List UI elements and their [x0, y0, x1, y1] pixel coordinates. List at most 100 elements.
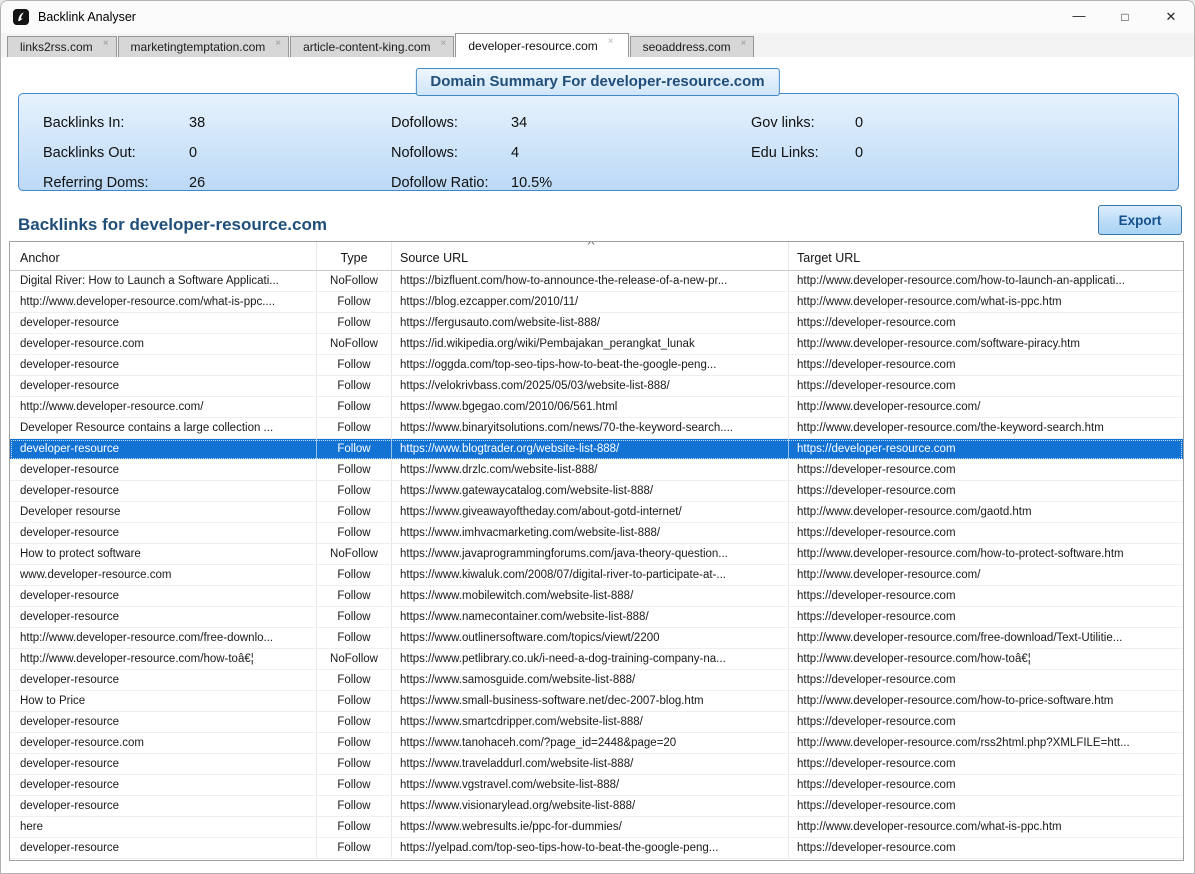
anchor-cell: developer-resource.com: [10, 733, 317, 753]
table-row[interactable]: How to PriceFollowhttps://www.small-busi…: [10, 691, 1183, 712]
anchor-cell: http://www.developer-resource.com/: [10, 397, 317, 417]
tab-close-icon[interactable]: ×: [608, 36, 614, 47]
domain-summary-title: Domain Summary For developer-resource.co…: [415, 68, 779, 96]
table-row[interactable]: developer-resourceFollowhttps://www.mobi…: [10, 586, 1183, 607]
nofollows-value: 4: [511, 145, 519, 161]
table-row[interactable]: developer-resourceFollowhttps://www.samo…: [10, 670, 1183, 691]
source-url-cell: https://yelpad.com/top-seo-tips-how-to-b…: [392, 838, 789, 858]
column-header-target-url[interactable]: Target URL: [789, 242, 1183, 270]
tab-developer-resource.com[interactable]: developer-resource.com×: [455, 33, 628, 57]
type-cell: Follow: [317, 523, 392, 543]
source-url-cell: https://www.small-business-software.net/…: [392, 691, 789, 711]
table-row[interactable]: www.developer-resource.comFollowhttps://…: [10, 565, 1183, 586]
maximize-icon[interactable]: □: [1102, 1, 1148, 33]
type-cell: Follow: [317, 586, 392, 606]
table-row[interactable]: Digital River: How to Launch a Software …: [10, 271, 1183, 292]
target-url-cell: https://developer-resource.com: [789, 376, 1183, 396]
target-url-cell: http://www.developer-resource.com/the-ke…: [789, 418, 1183, 438]
table-row[interactable]: developer-resourceFollowhttps://velokriv…: [10, 376, 1183, 397]
table-row[interactable]: http://www.developer-resource.com/what-i…: [10, 292, 1183, 313]
type-cell: NoFollow: [317, 544, 392, 564]
anchor-cell: developer-resource: [10, 838, 317, 858]
window-title: Backlink Analyser: [38, 10, 136, 24]
tab-close-icon[interactable]: ×: [741, 38, 747, 49]
backlinks-in-label: Backlinks In:: [43, 115, 189, 131]
nofollows-label: Nofollows:: [391, 145, 511, 161]
table-row[interactable]: http://www.developer-resource.com/Follow…: [10, 397, 1183, 418]
type-cell: Follow: [317, 418, 392, 438]
table-row[interactable]: developer-resourceFollowhttps://oggda.co…: [10, 355, 1183, 376]
tab-bar: links2rss.com×marketingtemptation.com×ar…: [1, 33, 1194, 57]
table-row[interactable]: developer-resource.comNoFollowhttps://id…: [10, 334, 1183, 355]
source-url-cell: https://www.petlibrary.co.uk/i-need-a-do…: [392, 649, 789, 669]
column-header-type[interactable]: Type: [317, 242, 392, 270]
backlinks-table[interactable]: Anchor Type Source URL Target URL ^ Digi…: [9, 241, 1184, 861]
table-row[interactable]: developer-resourceFollowhttps://www.trav…: [10, 754, 1183, 775]
app-window: Backlink Analyser — □ ✕ links2rss.com×ma…: [0, 0, 1195, 874]
table-row[interactable]: developer-resourceFollowhttps://www.smar…: [10, 712, 1183, 733]
anchor-cell: developer-resource.com: [10, 334, 317, 354]
column-header-anchor[interactable]: Anchor: [10, 242, 317, 270]
anchor-cell: developer-resource: [10, 712, 317, 732]
table-row[interactable]: hereFollowhttps://www.webresults.ie/ppc-…: [10, 817, 1183, 838]
edu-links-label: Edu Links:: [751, 145, 855, 161]
type-cell: NoFollow: [317, 271, 392, 291]
target-url-cell: https://developer-resource.com: [789, 313, 1183, 333]
anchor-cell: http://www.developer-resource.com/how-to…: [10, 649, 317, 669]
source-url-cell: https://www.binaryitsolutions.com/news/7…: [392, 418, 789, 438]
table-row[interactable]: developer-resourceFollowhttps://www.imhv…: [10, 523, 1183, 544]
tab-article-content-king.com[interactable]: article-content-king.com ×: [290, 36, 454, 57]
export-button[interactable]: Export: [1098, 205, 1182, 235]
table-row[interactable]: developer-resourceFollowhttps://fergusau…: [10, 313, 1183, 334]
table-row[interactable]: Developer Resource contains a large coll…: [10, 418, 1183, 439]
tab-close-icon[interactable]: ×: [275, 38, 281, 49]
tab-marketingtemptation.com[interactable]: marketingtemptation.com×: [118, 36, 290, 57]
table-row[interactable]: developer-resource.comFollowhttps://www.…: [10, 733, 1183, 754]
source-url-cell: https://www.vgstravel.com/website-list-8…: [392, 775, 789, 795]
type-cell: Follow: [317, 565, 392, 585]
table-row[interactable]: developer-resourceFollowhttps://www.gate…: [10, 481, 1183, 502]
target-url-cell: https://developer-resource.com: [789, 460, 1183, 480]
tab-close-icon[interactable]: ×: [441, 38, 447, 49]
table-row[interactable]: developer-resourceFollowhttps://yelpad.c…: [10, 838, 1183, 859]
referring-doms-value: 26: [189, 175, 205, 191]
backlinks-heading: Backlinks for developer-resource.com: [18, 215, 327, 235]
anchor-cell: developer-resource: [10, 481, 317, 501]
source-url-cell: https://www.kiwaluk.com/2008/07/digital-…: [392, 565, 789, 585]
table-row[interactable]: developer-resourceFollowhttps://www.drzl…: [10, 460, 1183, 481]
table-row[interactable]: http://www.developer-resource.com/free-d…: [10, 628, 1183, 649]
anchor-cell: developer-resource: [10, 460, 317, 480]
table-row[interactable]: Developer resourseFollowhttps://www.give…: [10, 502, 1183, 523]
backlinks-in-value: 38: [189, 115, 205, 131]
table-row[interactable]: How to protect softwareNoFollowhttps://w…: [10, 544, 1183, 565]
close-icon[interactable]: ✕: [1148, 1, 1194, 33]
table-row[interactable]: developer-resourceFollowhttps://www.visi…: [10, 796, 1183, 817]
type-cell: Follow: [317, 670, 392, 690]
anchor-cell: Digital River: How to Launch a Software …: [10, 271, 317, 291]
source-url-cell: https://id.wikipedia.org/wiki/Pembajakan…: [392, 334, 789, 354]
source-url-cell: https://www.tanohaceh.com/?page_id=2448&…: [392, 733, 789, 753]
type-cell: Follow: [317, 628, 392, 648]
anchor-cell: http://www.developer-resource.com/what-i…: [10, 292, 317, 312]
anchor-cell: developer-resource: [10, 796, 317, 816]
target-url-cell: http://www.developer-resource.com/softwa…: [789, 334, 1183, 354]
table-row[interactable]: developer-resourceFollowhttps://www.vgst…: [10, 775, 1183, 796]
type-cell: Follow: [317, 502, 392, 522]
table-row[interactable]: developer-resourceFollowhttps://www.name…: [10, 607, 1183, 628]
source-url-cell: https://www.blogtrader.org/website-list-…: [392, 439, 789, 459]
tab-label: article-content-king.com: [303, 40, 430, 54]
anchor-cell: Developer resourse: [10, 502, 317, 522]
type-cell: NoFollow: [317, 334, 392, 354]
source-url-cell: https://oggda.com/top-seo-tips-how-to-be…: [392, 355, 789, 375]
table-row[interactable]: http://www.developer-resource.com/how-to…: [10, 649, 1183, 670]
table-row[interactable]: developer-resourceFollowhttps://www.blog…: [10, 439, 1183, 460]
minimize-icon[interactable]: —: [1056, 1, 1102, 33]
type-cell: Follow: [317, 397, 392, 417]
target-url-cell: https://developer-resource.com: [789, 712, 1183, 732]
tab-links2rss.com[interactable]: links2rss.com×: [7, 36, 117, 57]
tab-seoaddress.com[interactable]: seoaddress.com×: [630, 36, 755, 57]
tab-close-icon[interactable]: ×: [103, 38, 109, 49]
source-url-cell: https://www.javaprogrammingforums.com/ja…: [392, 544, 789, 564]
window-controls: — □ ✕: [1056, 1, 1194, 33]
app-icon: [13, 9, 29, 25]
